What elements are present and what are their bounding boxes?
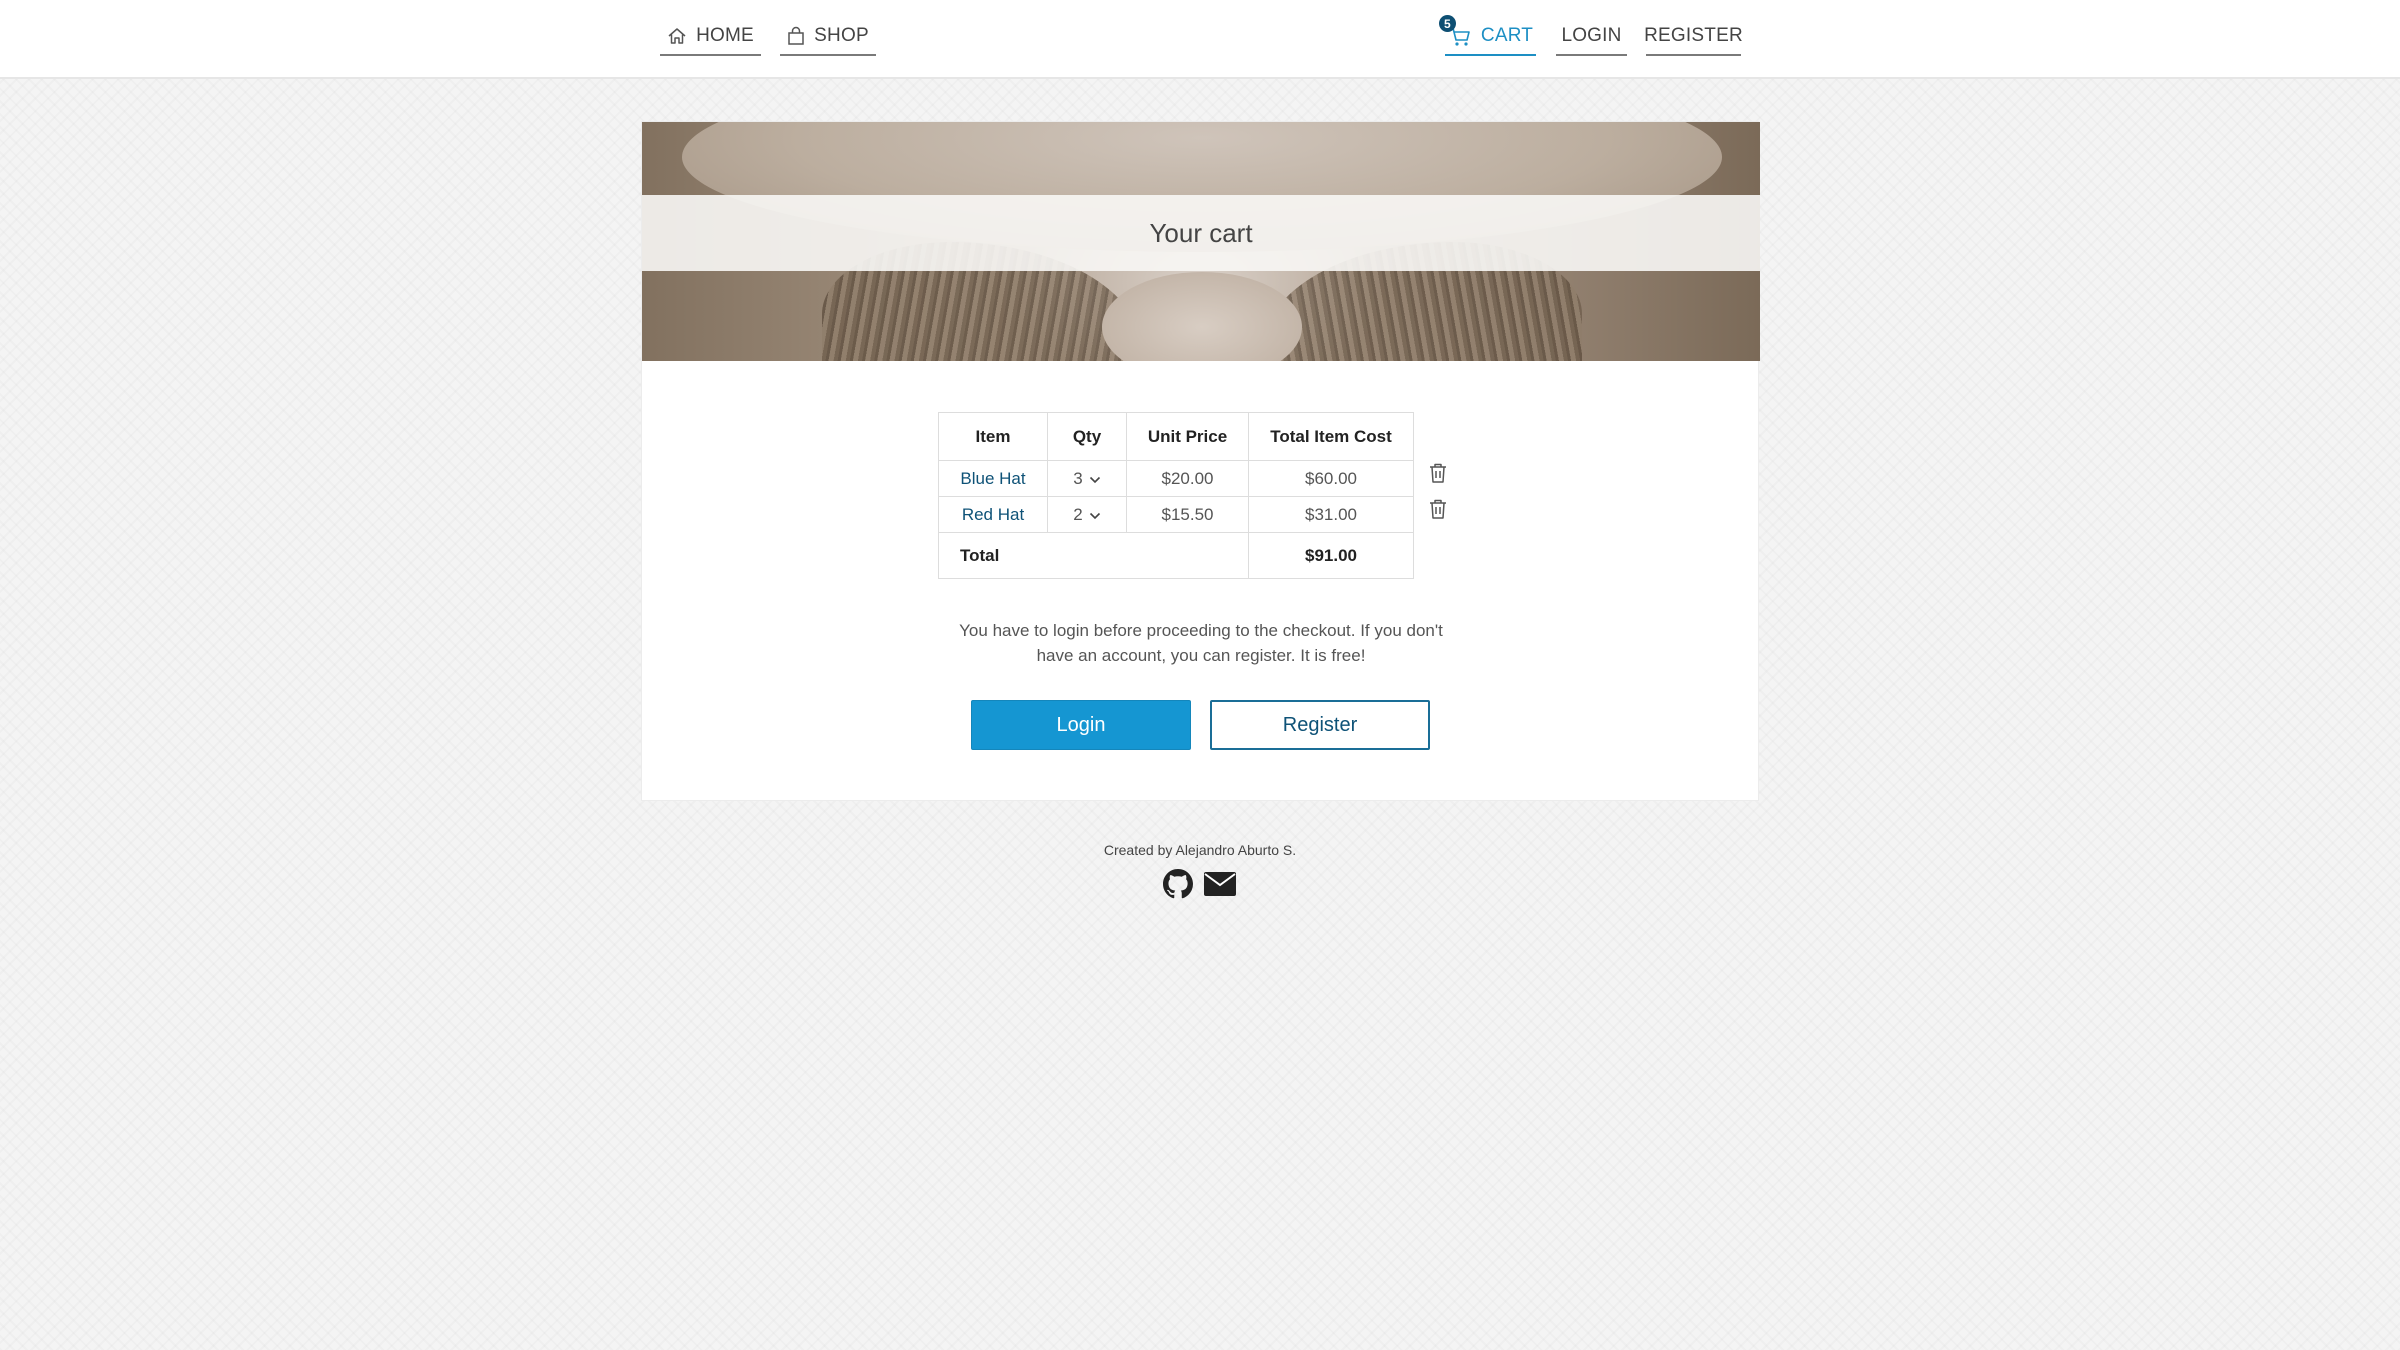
table-header-row: Item Qty Unit Price Total Item Cost — [938, 412, 1414, 461]
header-item: Item — [938, 412, 1048, 461]
mail-icon[interactable] — [1203, 871, 1237, 902]
total-cost-cell: $31.00 — [1248, 496, 1414, 533]
nav-home[interactable]: HOME — [660, 18, 761, 56]
item-cell: Red Hat — [938, 496, 1048, 533]
page-title-band: Your cart — [642, 195, 1760, 271]
total-cost-cell: $60.00 — [1248, 460, 1414, 497]
login-button[interactable]: Login — [971, 700, 1191, 750]
total-label: Total — [938, 532, 1249, 579]
chevron-down-icon — [1089, 469, 1101, 489]
unit-price-cell: $20.00 — [1126, 460, 1249, 497]
footer-social — [1163, 869, 1237, 904]
chevron-down-icon — [1089, 505, 1101, 525]
table-row: Red Hat 2 $15.50 $31.00 — [938, 496, 1414, 533]
nav-login-label: LOGIN — [1561, 25, 1622, 46]
item-cell: Blue Hat — [938, 460, 1048, 497]
bag-icon — [787, 26, 805, 46]
page-title: Your cart — [1149, 217, 1253, 248]
unit-price-cell: $15.50 — [1126, 496, 1249, 533]
cart-table: Item Qty Unit Price Total Item Cost Blue… — [938, 412, 1414, 579]
item-link[interactable]: Blue Hat — [960, 469, 1025, 488]
nav-cart[interactable]: 5 CART — [1438, 15, 1536, 56]
qty-cell: 2 — [1047, 496, 1127, 533]
top-navbar: HOME SHOP 5 CART LOGIN REGISTER — [0, 0, 2400, 79]
nav-shop-label: SHOP — [814, 25, 869, 46]
nav-cart-label: CART — [1480, 25, 1534, 46]
total-value: $91.00 — [1248, 532, 1414, 579]
total-row: Total $91.00 — [938, 532, 1414, 579]
qty-select[interactable]: 3 — [1073, 469, 1100, 489]
table-row: Blue Hat 3 $20.00 $60.00 — [938, 460, 1414, 497]
github-icon[interactable] — [1163, 869, 1193, 904]
footer-credit: Created by Alejandro Aburto S. — [1103, 842, 1297, 858]
cart-icon: 5 — [1438, 15, 1472, 48]
header-qty: Qty — [1047, 412, 1127, 461]
home-icon — [667, 26, 687, 46]
qty-value: 3 — [1073, 468, 1083, 488]
header-unit-price: Unit Price — [1126, 412, 1249, 461]
cart-card: Your cart Item Qty Unit Price Total Item… — [641, 121, 1760, 801]
nav-register-label: REGISTER — [1644, 25, 1743, 46]
qty-cell: 3 — [1047, 460, 1127, 497]
item-link[interactable]: Red Hat — [962, 505, 1024, 524]
nav-shop[interactable]: SHOP — [780, 18, 876, 56]
nav-home-label: HOME — [696, 25, 754, 46]
qty-value: 2 — [1073, 504, 1083, 524]
register-button[interactable]: Register — [1210, 700, 1430, 750]
trash-icon[interactable] — [1428, 462, 1448, 484]
nav-register[interactable]: REGISTER — [1644, 18, 1743, 56]
trash-icon[interactable] — [1428, 498, 1448, 520]
nav-login[interactable]: LOGIN — [1556, 18, 1627, 56]
hero-image-face — [1102, 272, 1302, 361]
hero-banner: Your cart — [642, 122, 1760, 361]
cart-count-badge: 5 — [1438, 15, 1456, 32]
qty-select[interactable]: 2 — [1073, 505, 1100, 525]
login-required-note: You have to login before proceeding to t… — [959, 621, 1443, 665]
header-total-item-cost: Total Item Cost — [1248, 412, 1414, 461]
